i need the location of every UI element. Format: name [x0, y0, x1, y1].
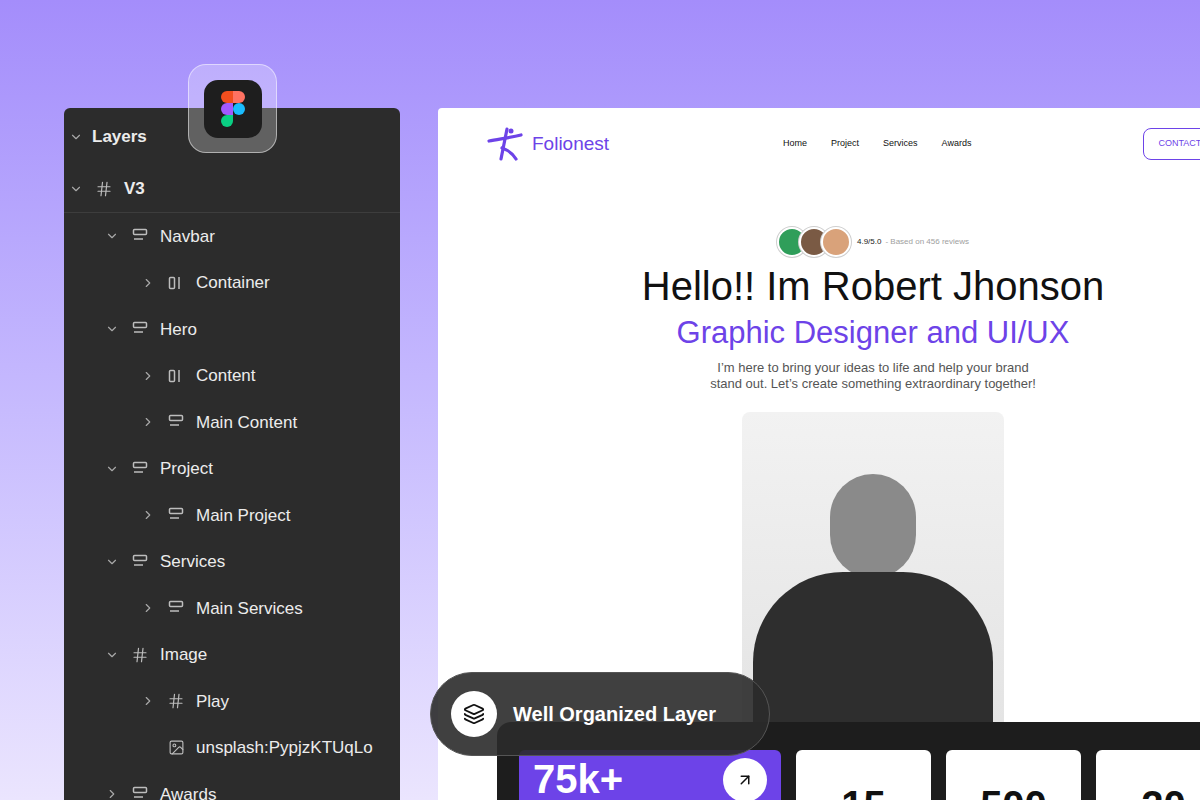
layer-row[interactable]: Services — [64, 539, 400, 586]
hero: 4.9/5.0 - Based on 456 reviews Hello!! Im … — [438, 180, 1200, 722]
brand[interactable]: Folionest — [486, 126, 783, 162]
figma-badge — [188, 64, 277, 153]
chevron-down-icon[interactable] — [105, 648, 119, 662]
chevron-down-icon[interactable] — [105, 555, 119, 569]
chevron-right-icon[interactable] — [105, 787, 119, 800]
nav-link[interactable]: Awards — [942, 137, 972, 151]
figma-logo-icon — [221, 91, 245, 127]
rating-reviews: - Based on 456 reviews — [885, 236, 969, 248]
nav-link[interactable]: Project — [831, 137, 859, 151]
chevron-down-icon[interactable] — [105, 462, 119, 476]
stat-card[interactable]: 500 — [946, 750, 1081, 800]
layer-name: Awards — [160, 782, 216, 800]
stat-value: 75k+ — [533, 756, 623, 800]
horizontal-layout-icon — [167, 367, 185, 385]
chevron-right-icon[interactable] — [141, 601, 155, 615]
nav-link[interactable]: Home — [783, 137, 807, 151]
layer-name: Services — [160, 549, 225, 575]
stat-card[interactable]: 15 — [796, 750, 931, 800]
hero-title: Hello!! Im Robert Jhonson — [642, 262, 1104, 310]
layer-name: unsplash:PypjzKTUqLo — [196, 735, 373, 761]
layer-row[interactable]: V3 — [64, 166, 400, 213]
frame-icon — [167, 692, 185, 710]
feature-pill: Well Organized Layer — [430, 672, 770, 756]
layer-row[interactable]: Main Content — [64, 399, 400, 446]
layer-row[interactable]: Navbar — [64, 213, 400, 260]
stat-card[interactable]: 20 — [1096, 750, 1200, 800]
layer-name: Navbar — [160, 224, 215, 250]
layer-row[interactable]: Content — [64, 353, 400, 400]
chevron-right-icon[interactable] — [141, 276, 155, 290]
portrait-photo — [742, 412, 1004, 722]
layer-name: Play — [196, 689, 229, 715]
vertical-layout-icon — [131, 460, 149, 478]
layer-row[interactable]: Container — [64, 260, 400, 307]
layer-name: Main Project — [196, 503, 290, 529]
vertical-layout-icon — [131, 227, 149, 245]
vertical-layout-icon — [131, 553, 149, 571]
hero-intro: I’m here to bring your ideas to life and… — [710, 360, 1036, 392]
vertical-layout-icon — [167, 599, 185, 617]
nav-links: Home Project Services Awards — [783, 137, 971, 151]
layer-name: V3 — [124, 176, 145, 202]
stat-value: 500 — [980, 782, 1047, 800]
chevron-right-icon[interactable] — [141, 694, 155, 708]
hero-subtitle: Graphic Designer and UI/UX — [677, 314, 1070, 352]
horizontal-layout-icon — [167, 274, 185, 292]
chevron-right-icon[interactable] — [141, 508, 155, 522]
rating-row: 4.9/5.0 - Based on 456 reviews — [777, 228, 969, 256]
vertical-layout-icon — [167, 413, 185, 431]
vertical-layout-icon — [131, 320, 149, 338]
frame-icon — [131, 646, 149, 664]
arrow-up-right-icon — [736, 771, 754, 789]
layer-row[interactable]: Main Project — [64, 492, 400, 539]
stat-card[interactable]: 75k+ — [519, 750, 781, 800]
nav-link[interactable]: Services — [883, 137, 918, 151]
rating-score: 4.9/5.0 — [857, 236, 881, 248]
layer-name: Main Content — [196, 410, 297, 436]
image-icon — [168, 739, 185, 756]
layer-name: Main Services — [196, 596, 303, 622]
chevron-down-icon[interactable] — [105, 229, 119, 243]
layer-row[interactable]: Image — [64, 632, 400, 679]
layers-icon — [463, 703, 485, 725]
vertical-layout-icon — [131, 785, 149, 800]
layer-name: Container — [196, 270, 270, 296]
chevron-down-icon[interactable] — [69, 182, 83, 196]
layer-row[interactable]: Main Services — [64, 585, 400, 632]
stat-value: 20 — [1141, 782, 1186, 800]
layer-row[interactable]: unsplash:PypjzKTUqLo — [64, 725, 400, 772]
layer-row[interactable]: Play — [64, 678, 400, 725]
chevron-down-icon[interactable] — [69, 130, 83, 144]
layers-panel: Layers V3 Navbar Container Hero Content Main C… — [64, 108, 400, 800]
reviewer-avatar — [821, 227, 851, 257]
layer-row[interactable]: Project — [64, 446, 400, 493]
brand-logo-icon — [486, 126, 524, 162]
layer-row[interactable]: Awards — [64, 771, 400, 800]
chevron-right-icon[interactable] — [141, 369, 155, 383]
brand-name: Folionest — [532, 130, 609, 159]
layer-name: Content — [196, 363, 256, 389]
stat-value: 15 — [841, 782, 886, 800]
vertical-layout-icon — [167, 506, 185, 524]
stat-arrow-button[interactable] — [723, 758, 767, 800]
layer-row[interactable]: Hero — [64, 306, 400, 353]
layers-title: Layers — [92, 124, 147, 150]
layer-name: Hero — [160, 317, 197, 343]
layer-name: Project — [160, 456, 213, 482]
navbar: Folionest Home Project Services Awards CONTAC… — [438, 108, 1200, 180]
contact-button[interactable]: CONTACT — [1143, 128, 1200, 160]
chevron-down-icon[interactable] — [105, 322, 119, 336]
feature-label: Well Organized Layer — [513, 699, 716, 729]
chevron-right-icon[interactable] — [141, 415, 155, 429]
layer-name: Image — [160, 642, 207, 668]
frame-icon — [95, 180, 113, 198]
showcase: Layers V3 Navbar Container Hero Content Main C… — [0, 0, 1200, 800]
